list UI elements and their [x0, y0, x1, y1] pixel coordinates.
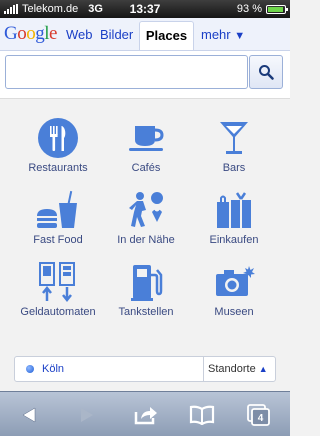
category-gas-stations[interactable]: Tankstellen: [98, 260, 194, 318]
tabs-button[interactable]: 4: [246, 404, 272, 426]
category-label: Cafés: [131, 162, 161, 174]
restaurant-icon: [38, 118, 78, 158]
chevron-up-icon: ▲: [258, 364, 268, 374]
share-button[interactable]: [133, 404, 159, 426]
tab-web[interactable]: Web: [66, 27, 93, 42]
back-icon: [22, 407, 36, 423]
current-location[interactable]: Köln: [42, 363, 64, 375]
google-header: Google Web Bilder Places mehr ▼: [0, 18, 290, 51]
back-button[interactable]: [16, 404, 42, 426]
bookmarks-button[interactable]: [189, 404, 215, 426]
tab-bilder[interactable]: Bilder: [100, 27, 133, 42]
google-logo[interactable]: Google: [4, 23, 57, 45]
category-label: Tankstellen: [118, 306, 174, 318]
forward-icon: [81, 408, 93, 422]
category-fast-food[interactable]: Fast Food: [10, 188, 106, 246]
more-label: mehr: [201, 27, 231, 42]
cafe-icon: [129, 126, 164, 151]
atm-icon: [39, 262, 75, 303]
category-label: In der Nähe: [117, 234, 175, 246]
category-label: Fast Food: [33, 234, 83, 246]
category-atm[interactable]: Geldautomaten: [10, 260, 106, 318]
status-bar: Telekom.de 3G 13:37 93 %: [0, 0, 290, 18]
search-input[interactable]: [5, 55, 248, 89]
category-nearby[interactable]: In der Nähe: [98, 188, 194, 246]
category-label: Museen: [214, 306, 254, 318]
tab-places[interactable]: Places: [139, 21, 194, 50]
gas-station-icon: [131, 265, 163, 301]
location-dot-icon: [26, 365, 34, 373]
search-icon: [259, 65, 274, 80]
locations-button[interactable]: Standorte ▲: [208, 363, 268, 375]
category-restaurants[interactable]: Restaurants: [10, 116, 106, 174]
bar-icon: [220, 122, 248, 154]
category-cafes[interactable]: Cafés: [98, 116, 194, 174]
nearby-icon: [129, 192, 164, 227]
category-label: Geldautomaten: [20, 306, 96, 318]
divider: [203, 357, 204, 381]
category-museums[interactable]: Museen: [186, 260, 282, 318]
category-label: Einkaufen: [209, 234, 259, 246]
tabs-icon: 4: [247, 404, 270, 426]
category-label: Bars: [222, 162, 246, 174]
forward-button[interactable]: [74, 404, 100, 426]
share-icon: [134, 407, 157, 425]
location-bar: Köln Standorte ▲: [14, 356, 276, 382]
category-label: Restaurants: [28, 162, 88, 174]
search-area: [0, 51, 290, 99]
browser-toolbar: 4: [0, 391, 290, 436]
battery-icon: [266, 4, 288, 14]
category-shopping[interactable]: Einkaufen: [186, 188, 282, 246]
shopping-icon: [217, 192, 251, 228]
search-button[interactable]: [249, 55, 283, 89]
museum-icon: [216, 266, 255, 296]
category-bars[interactable]: Bars: [186, 116, 282, 174]
more-button[interactable]: mehr ▼: [201, 27, 245, 42]
chevron-down-icon: ▼: [234, 30, 246, 42]
fast-food-icon: [37, 190, 77, 228]
locations-label: Standorte: [208, 363, 256, 375]
bookmarks-icon: [189, 405, 215, 425]
battery-percent: 93 %: [236, 3, 262, 15]
tab-count: 4: [258, 413, 264, 424]
